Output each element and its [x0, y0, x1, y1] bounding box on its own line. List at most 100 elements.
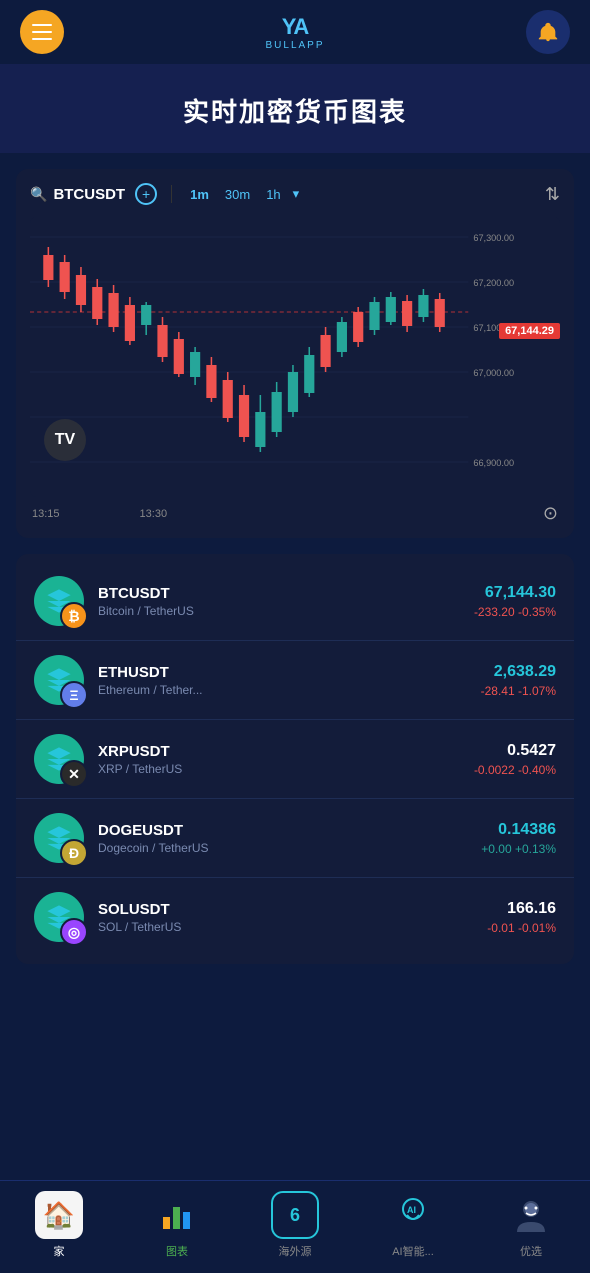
bottom-nav: 🏠 家 图表 6 海外源 AI AI智能...	[0, 1180, 590, 1273]
ai-nav-icon: AI	[389, 1191, 437, 1239]
tradingview-watermark: TV	[44, 419, 86, 461]
sol-price-area: 166.16 -0.01 -0.01%	[487, 900, 556, 935]
time-label-1: 13:15	[32, 508, 60, 520]
btc-change: -233.20 -0.35%	[474, 605, 556, 619]
chart-indicators-button[interactable]: ⇅	[545, 184, 560, 205]
notification-button[interactable]	[526, 10, 570, 54]
svg-text:66,900.00: 66,900.00	[473, 458, 514, 468]
menu-line	[32, 31, 52, 33]
logo: YA BULLAPP	[265, 14, 324, 51]
btc-icon-wrap: ₿	[34, 576, 84, 626]
toolbar-divider	[171, 185, 172, 203]
avatar-icon	[512, 1196, 550, 1234]
chart-area: 67,300.00 67,200.00 67,100.00 67,000.00 …	[30, 217, 560, 497]
timeframe-1h[interactable]: 1h	[262, 185, 284, 204]
timeframe-buttons: 1m 30m 1h ▾	[186, 185, 299, 204]
nav-item-chart[interactable]: 图表	[147, 1191, 207, 1259]
eth-coin-icon: Ξ	[60, 681, 88, 709]
symbol-search[interactable]: 🔍 BTCUSDT	[30, 186, 125, 203]
crypto-item-ethusdt[interactable]: Ξ ETHUSDT Ethereum / Tether... 2,638.29 …	[16, 641, 574, 720]
symbol-label: BTCUSDT	[53, 186, 125, 203]
crypto-item-dogeusdt[interactable]: Ð DOGEUSDT Dogecoin / TetherUS 0.14386 +…	[16, 799, 574, 878]
doge-price: 0.14386	[481, 821, 556, 839]
menu-line	[32, 38, 52, 40]
ai-icon: AI	[393, 1195, 433, 1235]
svg-text:67,200.00: 67,200.00	[473, 278, 514, 288]
btc-name: Bitcoin / TetherUS	[98, 604, 460, 618]
nav-item-ai[interactable]: AI AI智能...	[383, 1191, 443, 1259]
sol-price: 166.16	[487, 900, 556, 918]
xrp-change: -0.0022 -0.40%	[474, 763, 556, 777]
eth-info: ETHUSDT Ethereum / Tether...	[98, 664, 467, 697]
sol-coin-icon: ◎	[60, 918, 88, 946]
sol-info: SOLUSDT SOL / TetherUS	[98, 901, 473, 934]
overseas-nav-icon: 6	[271, 1191, 319, 1239]
sol-change: -0.01 -0.01%	[487, 921, 556, 935]
search-icon: 🔍	[30, 186, 47, 203]
xrp-info: XRPUSDT XRP / TetherUS	[98, 743, 460, 776]
crypto-item-xrpusdt[interactable]: ✕ XRPUSDT XRP / TetherUS 0.5427 -0.0022 …	[16, 720, 574, 799]
doge-price-area: 0.14386 +0.00 +0.13%	[481, 821, 556, 856]
chart-section: 🔍 BTCUSDT + 1m 30m 1h ▾ ⇅ 67,300.00 67,2…	[16, 169, 574, 538]
crypto-item-btcusdt[interactable]: ₿ BTCUSDT Bitcoin / TetherUS 67,144.30 -…	[16, 562, 574, 641]
eth-icon-wrap: Ξ	[34, 655, 84, 705]
nav-item-overseas[interactable]: 6 海外源	[265, 1191, 325, 1259]
page-title-section: 实时加密货币图表	[0, 64, 590, 153]
doge-name: Dogecoin / TetherUS	[98, 841, 467, 855]
eth-price: 2,638.29	[481, 663, 556, 681]
crypto-list: ₿ BTCUSDT Bitcoin / TetherUS 67,144.30 -…	[16, 554, 574, 964]
six-label: 6	[290, 1205, 300, 1226]
logo-icon: YA	[282, 14, 309, 40]
doge-symbol: DOGEUSDT	[98, 822, 467, 839]
doge-icon-wrap: Ð	[34, 813, 84, 863]
home-nav-label: 家	[54, 1243, 65, 1259]
timeframe-1m[interactable]: 1m	[186, 185, 213, 204]
xrp-price-area: 0.5427 -0.0022 -0.40%	[474, 742, 556, 777]
time-label-2: 13:30	[140, 508, 168, 520]
menu-line	[32, 24, 52, 26]
bar-chart-icon	[159, 1197, 195, 1233]
chart-settings-icon[interactable]: ⊙	[543, 503, 558, 524]
active-price-badge: 67,144.29	[499, 323, 560, 339]
doge-change: +0.00 +0.13%	[481, 842, 556, 856]
chart-toolbar: 🔍 BTCUSDT + 1m 30m 1h ▾ ⇅	[30, 183, 560, 205]
svg-text:67,300.00: 67,300.00	[473, 233, 514, 243]
header: YA BULLAPP	[0, 0, 590, 64]
sol-symbol: SOLUSDT	[98, 901, 473, 918]
eth-price-area: 2,638.29 -28.41 -1.07%	[481, 663, 556, 698]
doge-coin-icon: Ð	[60, 839, 88, 867]
chart-nav-label: 图表	[166, 1243, 188, 1259]
svg-text:AI: AI	[407, 1205, 416, 1215]
timeframe-30m[interactable]: 30m	[221, 185, 254, 204]
nav-item-home[interactable]: 🏠 家	[29, 1191, 89, 1259]
nav-item-user[interactable]: 优选	[501, 1191, 561, 1259]
eth-symbol: ETHUSDT	[98, 664, 467, 681]
bell-icon	[537, 21, 559, 43]
menu-button[interactable]	[20, 10, 64, 54]
btc-price: 67,144.30	[474, 584, 556, 602]
doge-info: DOGEUSDT Dogecoin / TetherUS	[98, 822, 467, 855]
user-nav-icon	[507, 1191, 555, 1239]
eth-name: Ethereum / Tether...	[98, 683, 467, 697]
timeframe-more[interactable]: ▾	[293, 186, 300, 202]
xrp-name: XRP / TetherUS	[98, 762, 460, 776]
add-symbol-button[interactable]: +	[135, 183, 157, 205]
home-nav-icon: 🏠	[35, 1191, 83, 1239]
logo-text: BULLAPP	[265, 40, 324, 51]
btc-coin-icon: ₿	[60, 602, 88, 630]
overseas-nav-label: 海外源	[279, 1243, 312, 1259]
xrp-price: 0.5427	[474, 742, 556, 760]
xrp-symbol: XRPUSDT	[98, 743, 460, 760]
chart-bottom-bar: 13:15 13:30 ⊙	[30, 497, 560, 524]
btc-info: BTCUSDT Bitcoin / TetherUS	[98, 585, 460, 618]
spacer	[0, 980, 590, 1070]
crypto-item-solusdt[interactable]: ◎ SOLUSDT SOL / TetherUS 166.16 -0.01 -0…	[16, 878, 574, 956]
ai-nav-label: AI智能...	[392, 1243, 434, 1259]
eth-change: -28.41 -1.07%	[481, 684, 556, 698]
time-axis-labels: 13:15 13:30	[32, 508, 167, 520]
candlestick-chart: 67,300.00 67,200.00 67,100.00 67,000.00 …	[30, 217, 560, 477]
page-title: 实时加密货币图表	[20, 92, 570, 129]
svg-text:67,000.00: 67,000.00	[473, 368, 514, 378]
xrp-icon-wrap: ✕	[34, 734, 84, 784]
btc-price-area: 67,144.30 -233.20 -0.35%	[474, 584, 556, 619]
